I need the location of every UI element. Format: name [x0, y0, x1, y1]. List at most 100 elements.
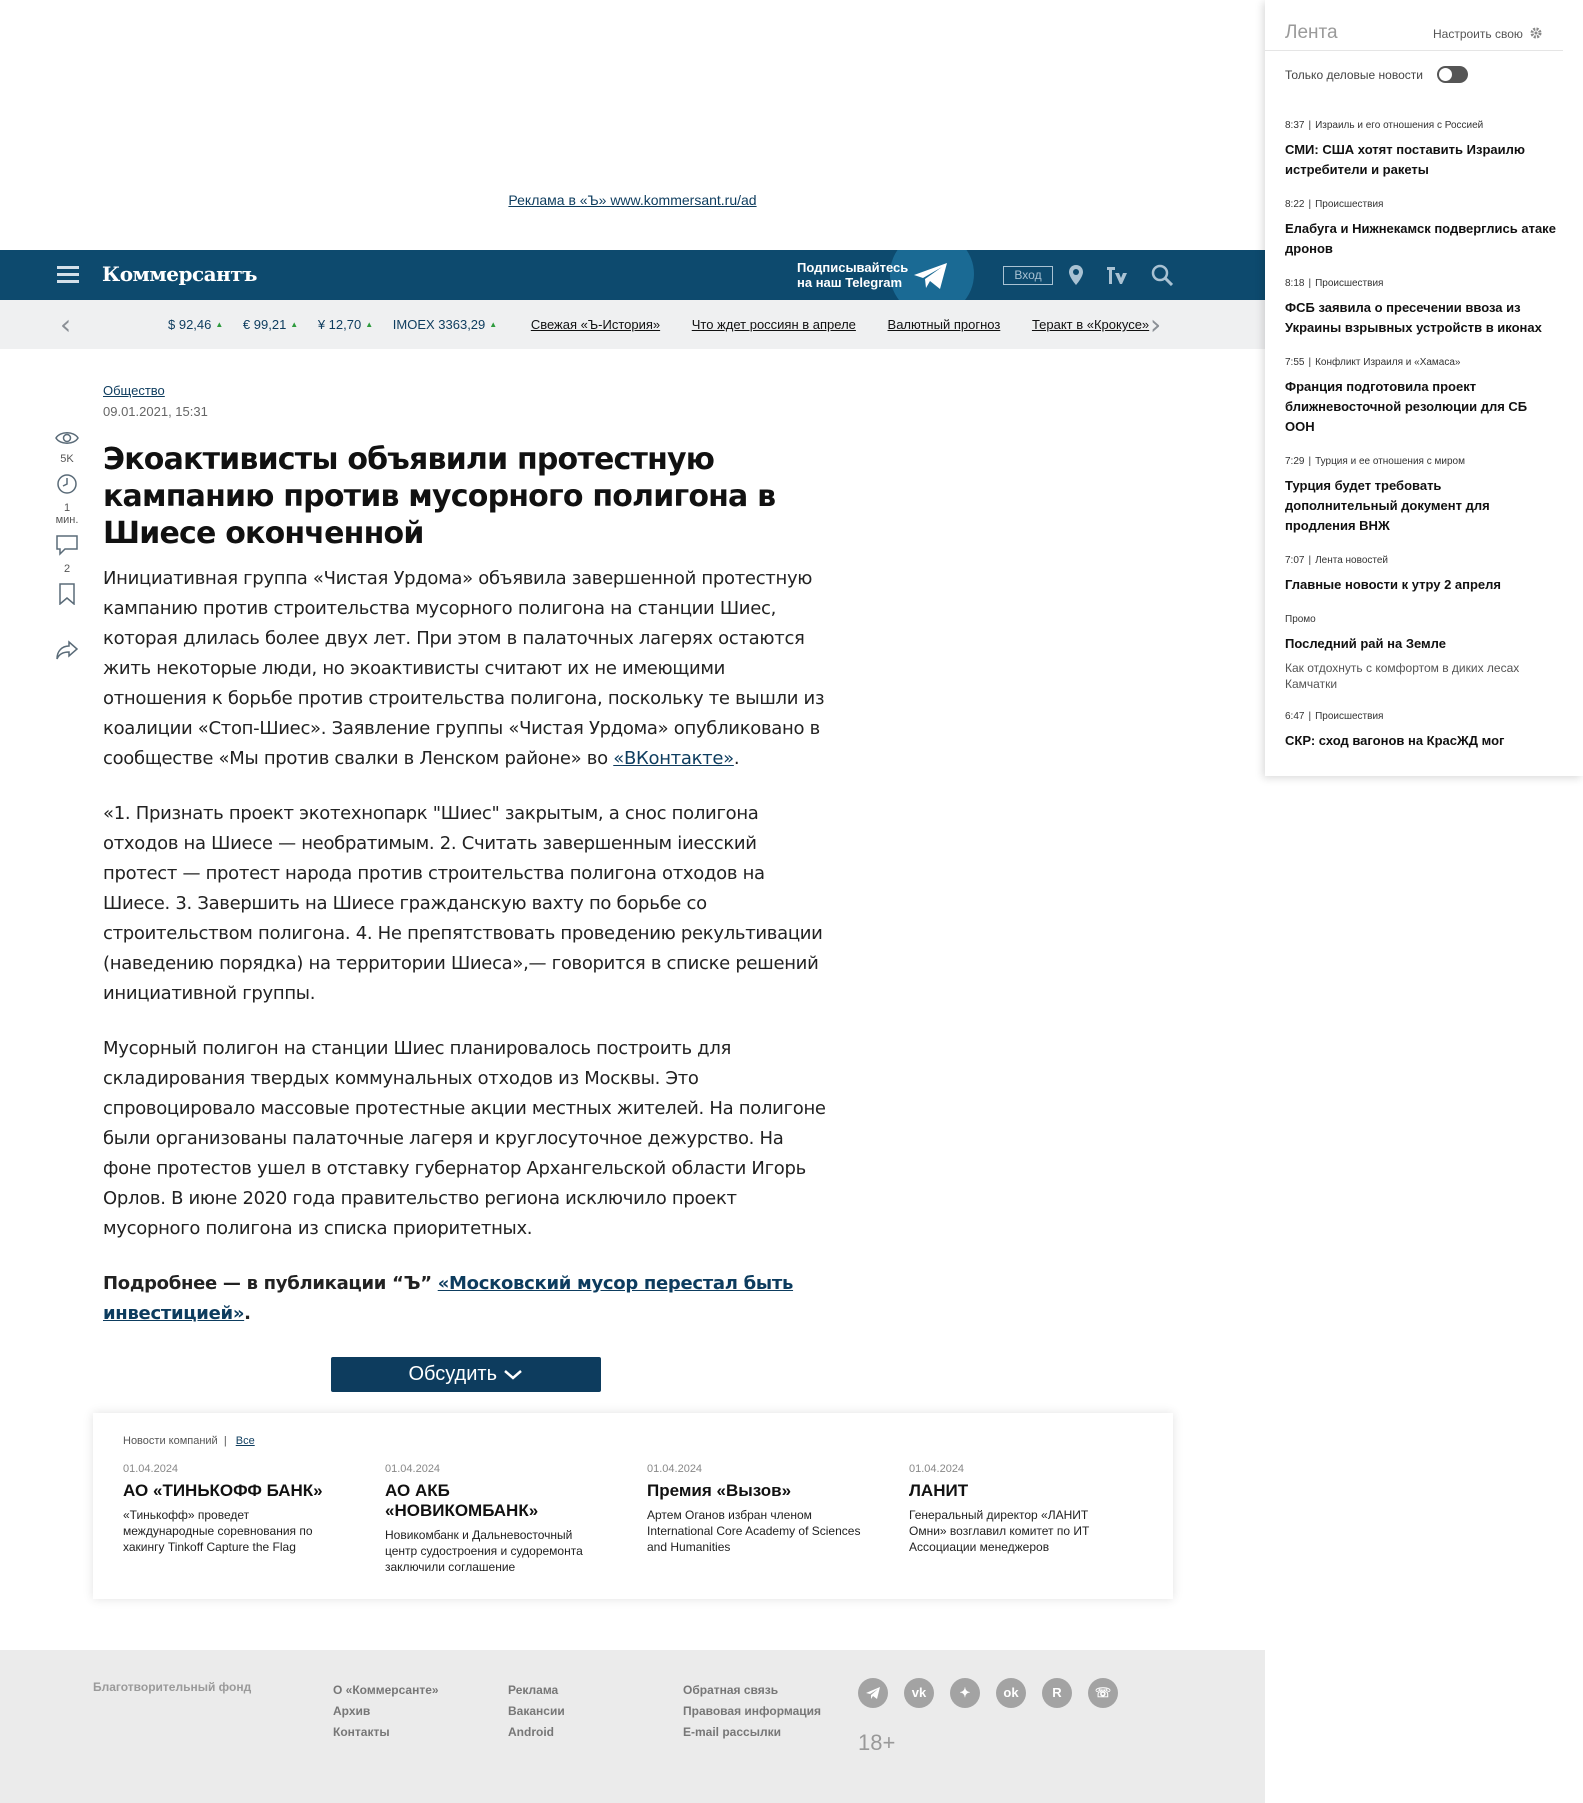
- company-name[interactable]: АО «ТИНЬКОФФ БАНК»: [123, 1481, 338, 1501]
- share-icon[interactable]: [55, 640, 79, 660]
- footer-link[interactable]: Правовая информация: [683, 1701, 821, 1722]
- ticker-link[interactable]: Что ждет россиян в апреле: [692, 317, 856, 332]
- company-name[interactable]: ЛАНИТ: [909, 1481, 1124, 1501]
- comments-count[interactable]: 2: [52, 563, 82, 575]
- feed-item[interactable]: 7:29 | Турция и ее отношения с миром Турци…: [1285, 456, 1557, 536]
- bookmark-icon[interactable]: [58, 583, 76, 606]
- search-icon[interactable]: [1151, 264, 1173, 286]
- feed-item[interactable]: 8:22 | Происшествия Елабуга и Нижнекамск п…: [1285, 199, 1557, 259]
- feed-headline[interactable]: СКР: сход вагонов на КрасЖД мог: [1285, 731, 1557, 751]
- location-icon[interactable]: [1068, 264, 1084, 286]
- article-rubric[interactable]: Общество: [103, 383, 165, 398]
- company-news-item[interactable]: 01.04.2024 Премия «Вызов» Артем Оганов и…: [647, 1463, 862, 1555]
- business-only-toggle[interactable]: [1437, 66, 1468, 83]
- news-feed-panel: Лента Настроить свою Только деловые ново…: [1265, 0, 1583, 776]
- vk-icon[interactable]: vk: [904, 1678, 934, 1708]
- ticker-link[interactable]: Валютный прогноз: [888, 317, 1001, 332]
- footer-link[interactable]: О «Коммерсанте»: [333, 1680, 439, 1701]
- footer-link[interactable]: E-mail рассылки: [683, 1722, 821, 1743]
- ok-icon[interactable]: ok: [996, 1678, 1026, 1708]
- company-news-text[interactable]: «Тинькофф» проведет международные соревн…: [123, 1507, 338, 1555]
- discuss-button[interactable]: Обсудить: [330, 1357, 601, 1392]
- arrow-up-icon: ▲: [365, 320, 374, 329]
- company-news-item[interactable]: 01.04.2024 АО «ТИНЬКОФФ БАНК» «Тинькофф»…: [123, 1463, 338, 1555]
- footer-link[interactable]: Обратная связь: [683, 1680, 821, 1701]
- radio-icon[interactable]: [1105, 266, 1129, 285]
- rate-imoex[interactable]: IMOEX 3363,29 ▲: [393, 317, 497, 332]
- rate-usd[interactable]: $ 92,46 ▲: [168, 317, 223, 332]
- company-news-text[interactable]: Артем Оганов избран членом International…: [647, 1507, 862, 1555]
- feed-rubric[interactable]: Происшествия: [1315, 199, 1383, 210]
- feed-headline[interactable]: Франция подготовила проект ближневосточн…: [1285, 377, 1557, 437]
- feed-item[interactable]: 8:18 | Происшествия ФСБ заявила о пресечен…: [1285, 278, 1557, 338]
- logo[interactable]: Коммерсантъ: [102, 262, 258, 286]
- menu-icon[interactable]: [57, 266, 79, 284]
- footer-link[interactable]: Вакансии: [508, 1701, 565, 1722]
- company-name[interactable]: АО АКБ «НОВИКОМБАНК»: [385, 1481, 600, 1521]
- telegram-promo-line2: на наш Telegram: [797, 275, 903, 290]
- vk-link[interactable]: «ВКонтакте»: [613, 748, 734, 769]
- feed-settings-label: Настроить свою: [1433, 27, 1523, 41]
- feed-headline[interactable]: СМИ: США хотят поставить Израилю истреби…: [1285, 140, 1557, 180]
- ticker-link[interactable]: Теракт в «Крокусе»: [1032, 317, 1149, 332]
- article-date: 09.01.2021, 15:31: [103, 404, 208, 419]
- feed-rubric[interactable]: Израиль и его отношения с Россией: [1315, 120, 1483, 131]
- read-time-tool: 1 мин.: [52, 473, 82, 526]
- ticker-next-icon[interactable]: ›: [1150, 308, 1161, 341]
- footer-link[interactable]: Android: [508, 1722, 565, 1743]
- article: Общество 09.01.2021, 15:31 Экоактивисты …: [103, 380, 828, 1392]
- telegram-promo[interactable]: Подписывайтесь на наш Telegram: [797, 260, 908, 290]
- feed-rubric[interactable]: Происшествия: [1315, 711, 1383, 722]
- ticker-prev-icon[interactable]: ‹: [60, 308, 71, 341]
- company-news-all-link[interactable]: Все: [236, 1435, 255, 1447]
- feed-item[interactable]: 7:07 | Лента новостей Главные новости к ут…: [1285, 555, 1557, 595]
- feed-item[interactable]: 8:37 | Израиль и его отношения с Россией С…: [1285, 120, 1557, 180]
- footer-link[interactable]: Реклама: [508, 1680, 565, 1701]
- charity-fund-link[interactable]: Благотворительный фонд: [93, 1680, 251, 1694]
- feed-item[interactable]: 6:47 | Происшествия СКР: сход вагонов на К…: [1285, 711, 1557, 751]
- footer-link[interactable]: Контакты: [333, 1722, 439, 1743]
- comments-tool[interactable]: 2: [52, 534, 82, 575]
- feed-item-meta: 6:47 | Происшествия: [1285, 711, 1384, 722]
- feed-time: 7:55: [1285, 357, 1305, 368]
- rate-usd-value: $ 92,46: [168, 317, 212, 332]
- feed-headline[interactable]: Турция будет требовать дополнительный до…: [1285, 476, 1557, 536]
- feed-item-meta: 8:22 | Происшествия: [1285, 199, 1384, 210]
- telegram-icon[interactable]: [858, 1678, 888, 1708]
- feed-rubric[interactable]: Турция и ее отношения с миром: [1315, 456, 1465, 467]
- feed-promo-subtitle[interactable]: Как отдохнуть с комфортом в диких лесах …: [1285, 660, 1557, 692]
- paragraph-text: Инициативная группа «Чистая Урдома» объя…: [103, 568, 825, 769]
- share-tool[interactable]: [52, 640, 82, 665]
- viber-icon[interactable]: ☏: [1088, 1678, 1118, 1708]
- article-paragraph: Мусорный полигон на станции Шиес планиро…: [103, 1038, 826, 1239]
- feed-rubric[interactable]: Лента новостей: [1315, 555, 1388, 566]
- company-news-item[interactable]: 01.04.2024 АО АКБ «НОВИКОМБАНК» Новикомб…: [385, 1463, 600, 1575]
- login-button[interactable]: Вход: [1003, 266, 1053, 285]
- comment-icon[interactable]: [56, 534, 78, 556]
- feed-headline[interactable]: ФСБ заявила о пресечении ввоза из Украин…: [1285, 298, 1557, 338]
- ticker-link[interactable]: Свежая «Ъ-История»: [531, 317, 660, 332]
- dzen-icon[interactable]: ✦: [950, 1678, 980, 1708]
- telegram-promo-line1: Подписывайтесь: [797, 260, 909, 275]
- rate-cny[interactable]: ¥ 12,70 ▲: [318, 317, 373, 332]
- company-news-item[interactable]: 01.04.2024 ЛАНИТ Генеральный директор «Л…: [909, 1463, 1124, 1555]
- feed-rubric[interactable]: Происшествия: [1315, 278, 1383, 289]
- feed-headline[interactable]: Главные новости к утру 2 апреля: [1285, 575, 1557, 595]
- company-news-text[interactable]: Новикомбанк и Дальневосточный центр судо…: [385, 1527, 600, 1575]
- company-news-text[interactable]: Генеральный директор «ЛАНИТ Омни» возгла…: [909, 1507, 1124, 1555]
- feed-rubric[interactable]: Конфликт Израиля и «Хамаса»: [1315, 357, 1460, 368]
- telegram-icon[interactable]: [912, 261, 950, 291]
- feed-headline[interactable]: Последний рай на Земле: [1285, 634, 1557, 654]
- feed-headline[interactable]: Елабуга и Нижнекамск подверглись атаке д…: [1285, 219, 1557, 259]
- feed-settings-link[interactable]: Настроить свою: [1433, 27, 1542, 41]
- feed-item[interactable]: 7:55 | Конфликт Израиля и «Хамаса» Франция…: [1285, 357, 1557, 437]
- feed-promo-item[interactable]: Промо Последний рай на Земле Как отдохну…: [1285, 614, 1557, 692]
- rutube-icon[interactable]: R: [1042, 1678, 1072, 1708]
- ad-link[interactable]: Реклама в «Ъ» www.kommersant.ru/ad: [0, 192, 1265, 208]
- bookmark-tool[interactable]: [52, 583, 82, 610]
- feed-item-meta: 8:18 | Происшествия: [1285, 278, 1384, 289]
- footer-link[interactable]: Архив: [333, 1701, 439, 1722]
- rate-eur[interactable]: € 99,21 ▲: [243, 317, 298, 332]
- gear-icon[interactable]: [1530, 27, 1542, 39]
- company-name[interactable]: Премия «Вызов»: [647, 1481, 862, 1501]
